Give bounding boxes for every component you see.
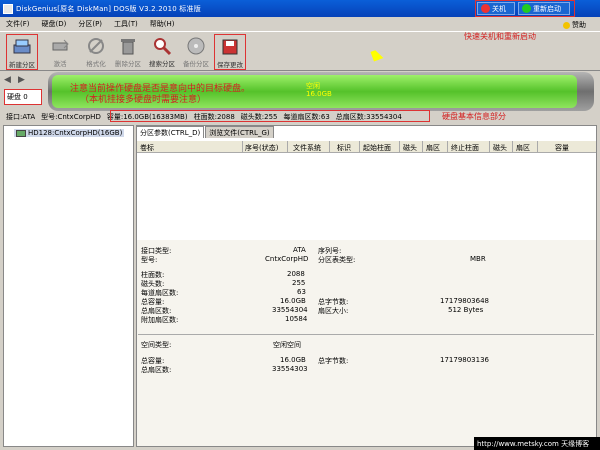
col-filesystem[interactable]: 文件系统 [293,143,321,153]
detail-ptable-value: MBR [470,255,486,263]
disk-info-highlight-frame [110,110,430,122]
app-icon [3,3,13,14]
power-icon [481,4,490,13]
format-button[interactable]: 格式化 [80,34,112,70]
detail-scap-value: 16.0GB [280,356,306,364]
disk-info-annotation: 硬盘基本信息部分 [442,112,506,121]
backup-icon [187,37,205,55]
disk-selector[interactable]: 硬盘 0 [4,89,42,105]
col-index-status[interactable]: 序号(状态) [245,143,278,153]
col-end-cyl[interactable]: 终止柱面 [451,143,479,153]
details-separator [138,334,594,335]
activate-button[interactable]: 激活 [44,34,76,70]
detail-iface-value: ATA [293,246,306,254]
prev-disk-icon[interactable]: ◀ [4,75,14,85]
sponsor-link[interactable]: 赞助 [563,20,586,30]
detail-space-value: 空闲空间 [273,341,301,349]
detail-sbytes-value: 17179803136 [440,356,489,364]
hard-disk-icon [16,129,26,137]
toolbar: 新建分区 激活 格式化 删除分区 搜索分区 备份分区 保存更改 [0,31,600,71]
delete-partition-button[interactable]: 删除分区 [112,34,144,70]
sponsor-icon [563,21,570,29]
detail-cyl-value: 2088 [287,270,305,278]
detail-model-label: 型号: [141,256,158,264]
disk-new-icon [13,39,31,54]
col-end-sector[interactable]: 扇区 [516,143,530,153]
menu-file[interactable]: 文件(F) [6,19,30,29]
tree-disk-node[interactable]: HD128:CntxCorpHD(16GB) [14,129,125,137]
pane-tabs: 分区参数(CTRL_D) 浏览文件(CTRL_G) [136,126,275,138]
menu-tools[interactable]: 工具(T) [114,19,138,29]
col-start-sector[interactable]: 扇区 [426,143,440,153]
detail-ptable-label: 分区表类型: [318,256,356,264]
detail-tsec-value: 33554304 [272,306,308,314]
col-start-cyl[interactable]: 起始柱面 [363,143,391,153]
search-partition-button[interactable]: 搜索分区 [146,34,178,70]
format-icon [88,38,104,54]
trash-icon [121,39,135,55]
activate-icon [52,39,69,51]
detail-heads-value: 255 [292,279,306,287]
backup-partition-button[interactable]: 备份分区 [180,34,212,70]
menu-partition[interactable]: 分区(P) [78,19,102,29]
col-end-head[interactable]: 磁头 [493,143,507,153]
window-title: DiskGenius[原名 DiskMan] DOS版 V3.2.2010 标准… [16,4,201,13]
new-partition-button[interactable]: 新建分区 [6,34,38,70]
info-model: 型号:CntxCorpHD [41,113,101,121]
detail-cap-value: 16.0GB [280,297,306,305]
warning-line-2: （本机挂接多硬盘时需要注意） [80,95,207,105]
detail-bytes-value: 17179803648 [440,297,489,305]
restart-button[interactable]: 重新启动 [518,2,570,15]
tab-browse-files[interactable]: 浏览文件(CTRL_G) [205,126,274,138]
disk-details-panel [137,240,596,446]
next-disk-icon[interactable]: ▶ [18,75,28,85]
save-changes-button[interactable]: 保存更改 [214,34,246,70]
save-icon [222,39,238,55]
site-watermark: http://www.metsky.com 天缘博客 [474,437,600,450]
disk-nav: ◀ ▶ [4,75,32,85]
col-start-head[interactable]: 磁头 [403,143,417,153]
detail-spt-value: 63 [297,288,306,296]
detail-secsize-label: 扇区大小: [318,307,349,315]
menu-disk[interactable]: 硬盘(D) [42,19,67,29]
col-id[interactable]: 标识 [337,143,351,153]
info-interface: 接口:ATA [6,113,36,121]
detail-extra-label: 附加扇区数: [141,316,179,324]
disk-tree: HD128:CntxCorpHD(16GB) [3,125,134,447]
shutdown-button[interactable]: 关机 [477,2,515,15]
menu-bar: 文件(F) 硬盘(D) 分区(P) 工具(T) 帮助(H) [0,17,600,30]
magnifier-icon [154,38,172,56]
tab-partition-params[interactable]: 分区参数(CTRL_D) [136,126,205,138]
col-capacity[interactable]: 容量 [555,143,569,153]
free-space-label: 空闲 16.0GB [306,82,332,98]
menu-help[interactable]: 帮助(H) [150,19,175,29]
col-label[interactable]: 卷标 [140,143,154,153]
detail-extra-value: 10584 [285,315,308,323]
detail-sbytes-label: 总字节数: [318,357,349,365]
restart-icon [522,4,531,13]
partition-grid-header: 卷标 序号(状态) 文件系统 标识 起始柱面 磁头 扇区 终止柱面 磁头 扇区 … [137,141,596,153]
detail-ssec-value: 33554303 [272,365,308,373]
detail-ssec-label: 总扇区数: [141,366,172,374]
detail-space-label: 空间类型: [141,341,172,349]
detail-secsize-value: 512 Bytes [448,306,484,314]
detail-model-value: CntxCorpHD [265,255,309,263]
